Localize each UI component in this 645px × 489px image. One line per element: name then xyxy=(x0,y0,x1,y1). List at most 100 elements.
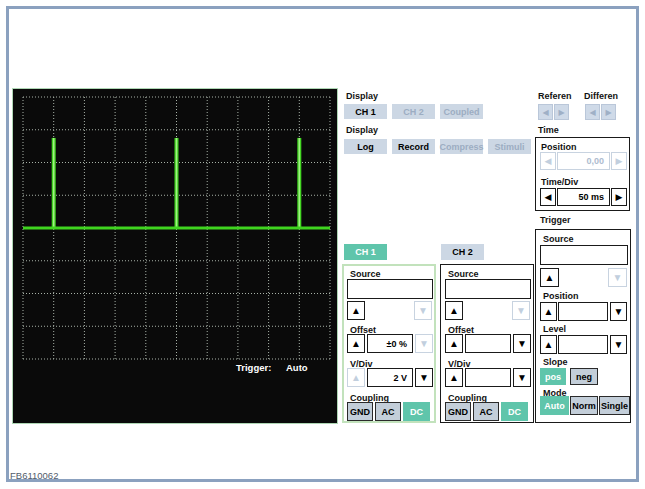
display-modes-label: Display xyxy=(346,125,378,135)
time-position-decrement-button[interactable]: ◀ xyxy=(540,152,556,170)
mode-single-button[interactable]: Single xyxy=(599,396,630,415)
reference-label: Referen xyxy=(538,91,572,101)
trigger-level-up-button[interactable]: ▲ xyxy=(540,335,557,354)
right-arrow-icon: ▶ xyxy=(616,156,623,166)
ch2-offset-down-button[interactable]: ▼ xyxy=(513,334,531,353)
difference-prev-button[interactable]: ◀ xyxy=(585,104,600,120)
slope-neg-button[interactable]: neg xyxy=(570,368,598,385)
trigger-source-down-button[interactable]: ▼ xyxy=(608,268,627,287)
ch2-vdiv-down-button[interactable]: ▼ xyxy=(513,368,531,387)
left-arrow-icon: ◀ xyxy=(545,192,552,202)
timediv-decrement-button[interactable]: ◀ xyxy=(540,188,556,206)
right-arrow-icon: ▶ xyxy=(605,108,611,117)
left-arrow-icon: ◀ xyxy=(589,108,595,117)
ch2-source-input[interactable] xyxy=(445,279,531,299)
up-arrow-icon: ▲ xyxy=(449,305,459,316)
trigger-level-down-button[interactable]: ▼ xyxy=(610,335,627,354)
up-arrow-icon: ▲ xyxy=(544,306,554,317)
scope-trigger-value: Auto xyxy=(286,362,308,373)
ch1-source-up-button[interactable]: ▲ xyxy=(347,301,365,320)
display-ch2-button[interactable]: CH 2 xyxy=(392,104,435,119)
trigger-position-field[interactable] xyxy=(558,302,608,321)
ch1-coupling-gnd-button[interactable]: GND xyxy=(347,402,373,421)
difference-next-button[interactable]: ▶ xyxy=(601,104,616,120)
ch2-coupling-dc-button[interactable]: DC xyxy=(501,402,528,421)
ch2-source-down-button[interactable]: ▼ xyxy=(512,301,530,320)
right-arrow-icon: ▶ xyxy=(616,192,623,202)
difference-label: Differen xyxy=(584,91,618,101)
timediv-field[interactable]: 50 ms xyxy=(557,188,610,206)
down-arrow-icon: ▼ xyxy=(418,305,428,316)
ch1-source-down-button[interactable]: ▼ xyxy=(414,301,432,320)
ch1-vdiv-field[interactable]: 2 V xyxy=(367,368,413,387)
mode-norm-button[interactable]: Norm xyxy=(570,396,598,415)
ch2-coupling-gnd-button[interactable]: GND xyxy=(445,402,471,421)
trigger-level-field[interactable] xyxy=(558,335,608,354)
down-arrow-icon: ▼ xyxy=(419,338,429,349)
ch2-offset-field[interactable] xyxy=(465,334,511,353)
up-arrow-icon: ▲ xyxy=(351,305,361,316)
ch1-offset-field[interactable]: ±0 % xyxy=(367,334,413,353)
figure-id: FB6110062 xyxy=(10,470,58,481)
time-position-field[interactable]: 0,00 xyxy=(557,152,610,170)
up-arrow-icon: ▲ xyxy=(545,272,555,283)
ch2-offset-up-button[interactable]: ▲ xyxy=(445,334,463,353)
ch2-vdiv-up-button[interactable]: ▲ xyxy=(445,368,463,387)
reference-next-button[interactable]: ▶ xyxy=(554,104,569,120)
up-arrow-icon: ▲ xyxy=(351,338,361,349)
ch2-source-label: Source xyxy=(448,269,479,279)
display-ch1-button[interactable]: CH 1 xyxy=(344,104,387,119)
trigger-position-up-button[interactable]: ▲ xyxy=(540,302,557,321)
timediv-label: Time/Div xyxy=(541,177,578,187)
stimuli-button[interactable]: Stimuli xyxy=(488,139,531,154)
left-arrow-icon: ◀ xyxy=(542,108,548,117)
trigger-level-label: Level xyxy=(543,324,566,334)
ch1-offset-up-button[interactable]: ▲ xyxy=(347,334,365,353)
time-position-increment-button[interactable]: ▶ xyxy=(611,152,627,170)
up-arrow-icon: ▲ xyxy=(449,372,459,383)
mode-auto-button[interactable]: Auto xyxy=(540,396,569,415)
scope-trigger-label: Trigger: xyxy=(236,362,271,373)
display-channels-label: Display xyxy=(346,91,378,101)
up-arrow-icon: ▲ xyxy=(351,372,361,383)
display-coupled-button[interactable]: Coupled xyxy=(440,104,483,119)
down-arrow-icon: ▼ xyxy=(613,272,623,283)
scope-trace: Trigger: Auto xyxy=(13,89,337,423)
ch1-tab-button[interactable]: CH 1 xyxy=(344,244,387,260)
down-arrow-icon: ▼ xyxy=(516,305,526,316)
ch2-tab-button[interactable]: CH 2 xyxy=(441,244,484,260)
ch2-vdiv-field[interactable] xyxy=(465,368,511,387)
trigger-label: Trigger xyxy=(540,215,571,225)
trigger-slope-label: Slope xyxy=(543,357,568,367)
ch1-source-input[interactable] xyxy=(347,279,433,299)
ch2-source-up-button[interactable]: ▲ xyxy=(445,301,463,320)
slope-pos-button[interactable]: pos xyxy=(540,368,566,385)
left-arrow-icon: ◀ xyxy=(545,156,552,166)
compress-button[interactable]: Compress xyxy=(440,139,483,154)
down-arrow-icon: ▼ xyxy=(517,372,527,383)
down-arrow-icon: ▼ xyxy=(419,372,429,383)
ch1-coupling-ac-button[interactable]: AC xyxy=(375,402,401,421)
ch1-offset-down-button[interactable]: ▼ xyxy=(415,334,433,353)
trigger-source-input[interactable] xyxy=(540,245,628,265)
trigger-source-label: Source xyxy=(543,234,574,244)
ch2-coupling-ac-button[interactable]: AC xyxy=(473,402,499,421)
trigger-position-down-button[interactable]: ▼ xyxy=(610,302,627,321)
up-arrow-icon: ▲ xyxy=(449,338,459,349)
trigger-source-up-button[interactable]: ▲ xyxy=(540,268,559,287)
scope-display: Trigger: Auto xyxy=(12,88,338,424)
right-arrow-icon: ▶ xyxy=(558,108,564,117)
down-arrow-icon: ▼ xyxy=(517,338,527,349)
ch1-coupling-dc-button[interactable]: DC xyxy=(403,402,430,421)
time-position-label: Position xyxy=(541,142,577,152)
ch1-source-label: Source xyxy=(350,269,381,279)
ch1-vdiv-down-button[interactable]: ▼ xyxy=(415,368,433,387)
log-button[interactable]: Log xyxy=(344,139,387,154)
timediv-increment-button[interactable]: ▶ xyxy=(611,188,627,206)
down-arrow-icon: ▼ xyxy=(614,339,624,350)
record-button[interactable]: Record xyxy=(392,139,435,154)
reference-prev-button[interactable]: ◀ xyxy=(538,104,553,120)
up-arrow-icon: ▲ xyxy=(544,339,554,350)
trigger-position-label: Position xyxy=(543,291,579,301)
ch1-vdiv-up-button[interactable]: ▲ xyxy=(347,368,365,387)
